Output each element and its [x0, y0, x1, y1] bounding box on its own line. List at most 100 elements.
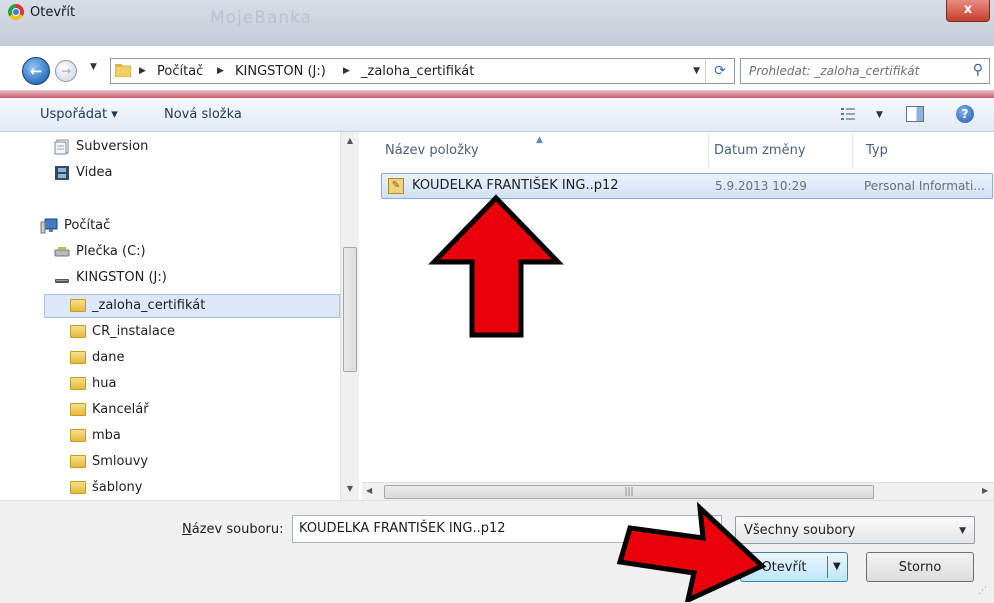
- nav-item-label: hua: [92, 376, 117, 391]
- breadcrumb-current-folder[interactable]: _zaloha_certifikát: [361, 64, 474, 79]
- file-date: 5.9.2013 10:29: [715, 179, 807, 193]
- chevron-down-icon[interactable]: ▼: [708, 524, 715, 534]
- file-type: Personal Informati...: [864, 179, 985, 193]
- filename-value: KOUDELKA FRANTIŠEK ING..p12: [299, 521, 506, 536]
- sort-ascending-icon: ▲: [536, 135, 543, 145]
- search-input[interactable]: Prohledat: _zaloha_certifikát: [749, 64, 919, 78]
- nav-item-label: Videa: [76, 165, 113, 180]
- address-bar[interactable]: ▶ Počítač ▶ KINGSTON (J:) ▶ _zaloha_cert…: [110, 58, 735, 84]
- scroll-left-icon[interactable]: ◀: [366, 486, 372, 495]
- nav-scroll-thumb[interactable]: [343, 247, 357, 372]
- organize-button[interactable]: Uspořádat ▾: [40, 107, 118, 122]
- toolbar: Uspořádat ▾ Nová složka ▼ ?: [0, 98, 994, 132]
- filename-field[interactable]: KOUDELKA FRANTIŠEK ING..p12 ▼: [292, 515, 722, 543]
- refresh-icon[interactable]: ⟳: [705, 59, 734, 83]
- open-button[interactable]: Otevřít ▼: [740, 552, 848, 582]
- nav-scrollbar[interactable]: ▲ ▼: [340, 132, 359, 500]
- preview-pane-icon[interactable]: [906, 106, 924, 122]
- file-name: KOUDELKA FRANTIŠEK ING..p12: [412, 178, 619, 193]
- column-header-name[interactable]: Název položky: [385, 143, 479, 158]
- nav-item-sablony[interactable]: šablony: [70, 476, 143, 500]
- nav-item-kancelar[interactable]: Kancelář: [70, 398, 149, 422]
- nav-item-label: KINGSTON (J:): [76, 270, 167, 285]
- nav-item-label: Kancelář: [92, 402, 149, 417]
- nav-item-hua[interactable]: hua: [70, 372, 116, 396]
- certificate-file-icon: ✎: [388, 178, 404, 194]
- nav-item-label: Subversion: [76, 139, 149, 154]
- scroll-down-icon[interactable]: ▼: [341, 484, 359, 493]
- folder-icon: [70, 403, 86, 416]
- folder-icon: [70, 377, 86, 390]
- folder-icon: [70, 429, 86, 442]
- filename-label-text: ázev souboru:: [191, 522, 284, 537]
- usb-drive-icon: [55, 278, 69, 283]
- chevron-down-icon[interactable]: ▼: [833, 561, 841, 572]
- folder-icon: [70, 351, 86, 364]
- folder-icon: [70, 481, 86, 494]
- nav-item-videos[interactable]: Videa: [54, 161, 112, 185]
- filter-selected-value: Všechny soubory: [744, 523, 856, 538]
- file-row[interactable]: ✎ KOUDELKA FRANTIŠEK ING..p12 5.9.2013 1…: [381, 173, 993, 199]
- nav-item-label: Plečka (C:): [76, 244, 146, 259]
- nav-item-label: dane: [92, 350, 125, 365]
- filename-label-accesskey: N: [182, 522, 192, 537]
- nav-item-kingston[interactable]: KINGSTON (J:): [54, 266, 167, 290]
- document-stack-icon: [54, 139, 69, 154]
- filename-label: Název souboru:: [182, 522, 283, 537]
- new-folder-button[interactable]: Nová složka: [164, 107, 242, 122]
- horizontal-scroll-thumb[interactable]: |||: [384, 485, 874, 499]
- chevron-down-icon[interactable]: ▼: [876, 110, 883, 120]
- open-button-label: Otevřít: [761, 560, 807, 575]
- recent-pages-dropdown[interactable]: ▼: [90, 62, 97, 72]
- nav-item-drive-c[interactable]: Plečka (C:): [54, 240, 146, 264]
- background-banner-strip: [0, 90, 994, 98]
- breadcrumb-separator-icon: ▶: [139, 66, 146, 76]
- views-icon[interactable]: [840, 107, 856, 121]
- scroll-right-icon[interactable]: ▶: [982, 486, 988, 495]
- folder-icon: [70, 299, 86, 312]
- search-box[interactable]: Prohledat: _zaloha_certifikát ⚲: [740, 58, 990, 84]
- computer-icon: [40, 218, 58, 233]
- horizontal-scrollbar[interactable]: ◀ ||| ▶: [362, 482, 994, 501]
- breadcrumb-separator-icon: ▶: [343, 66, 350, 76]
- breadcrumb-separator-icon: ▶: [217, 66, 224, 76]
- nav-item-smlouvy[interactable]: Smlouvy: [70, 450, 148, 474]
- nav-item-zaloha-certifikat[interactable]: _zaloha_certifikát: [70, 294, 205, 318]
- column-divider[interactable]: [852, 132, 853, 168]
- nav-item-label: CR_instalace: [92, 324, 176, 339]
- column-header-date[interactable]: Datum změny: [714, 143, 806, 158]
- nav-item-computer[interactable]: Počítač: [40, 214, 110, 238]
- column-divider[interactable]: [708, 132, 709, 168]
- chevron-down-icon[interactable]: ▼: [959, 526, 966, 536]
- nav-item-subversion[interactable]: Subversion: [54, 135, 148, 159]
- film-icon: [55, 165, 69, 180]
- close-button[interactable]: x: [946, 0, 990, 22]
- back-button[interactable]: ←: [22, 57, 50, 85]
- search-icon[interactable]: ⚲: [973, 62, 983, 78]
- chevron-down-icon[interactable]: ▼: [693, 66, 700, 76]
- forward-button[interactable]: →: [55, 60, 77, 82]
- cancel-button-label: Storno: [898, 560, 942, 575]
- title-bar: [0, 0, 994, 46]
- breadcrumb-computer[interactable]: Počítač: [157, 64, 203, 79]
- nav-item-label: Počítač: [64, 218, 111, 233]
- nav-item-dane[interactable]: dane: [70, 346, 124, 370]
- resize-grip-icon[interactable]: ⋰: [978, 586, 987, 596]
- scroll-up-icon[interactable]: ▲: [341, 136, 359, 145]
- background-window-title: MojeBanka: [210, 8, 313, 28]
- nav-item-mba[interactable]: mba: [70, 424, 121, 448]
- folder-icon: [70, 455, 86, 468]
- column-header-type[interactable]: Typ: [866, 143, 888, 158]
- help-icon[interactable]: ?: [956, 105, 974, 123]
- cancel-button[interactable]: Storno: [866, 552, 974, 582]
- nav-item-cr-instalace[interactable]: CR_instalace: [70, 320, 175, 344]
- nav-item-label: mba: [92, 428, 121, 443]
- nav-item-label: šablony: [92, 480, 143, 495]
- chrome-app-icon: [8, 4, 24, 20]
- file-type-filter-select[interactable]: Všechny soubory ▼: [735, 516, 975, 544]
- folder-icon: [70, 325, 86, 338]
- nav-item-label: _zaloha_certifikát: [92, 298, 206, 313]
- breadcrumb-kingston[interactable]: KINGSTON (J:): [235, 64, 326, 79]
- window-title: Otevřít: [30, 5, 76, 20]
- drive-icon: [54, 246, 70, 256]
